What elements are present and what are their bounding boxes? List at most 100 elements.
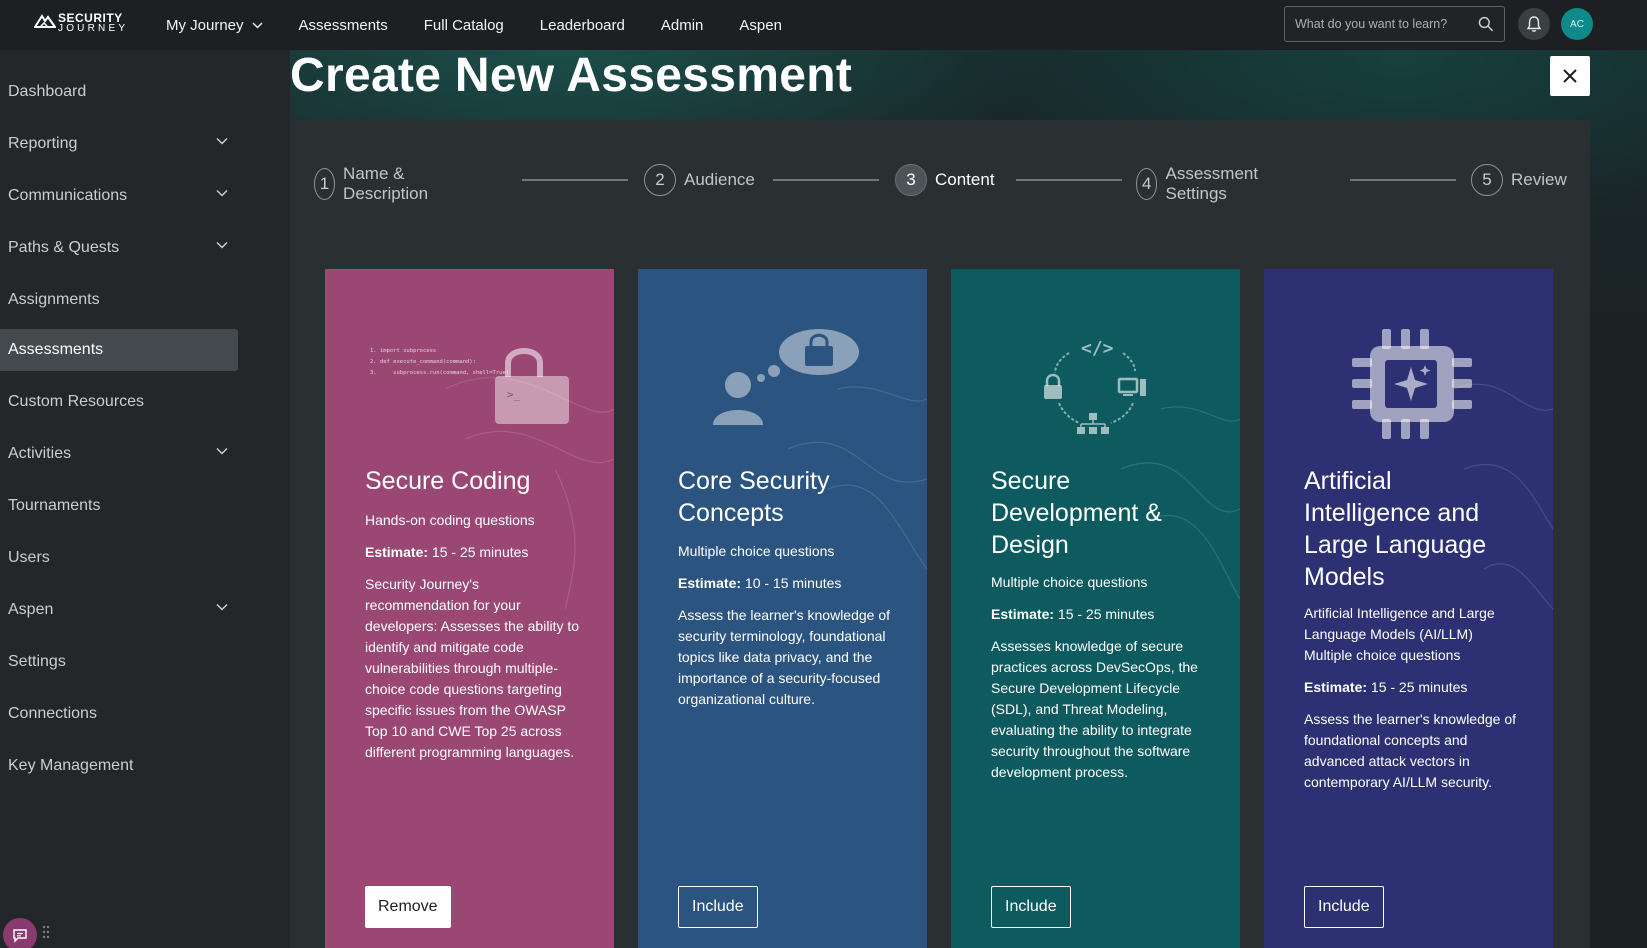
search-icon[interactable]	[1478, 16, 1494, 32]
step-audience[interactable]: 2 Audience	[644, 164, 755, 196]
nav-my-journey[interactable]: My Journey	[166, 17, 263, 34]
card-description: Security Journey's recommendation for yo…	[365, 576, 580, 760]
card-description: Assess the learner's knowledge of founda…	[1304, 711, 1517, 790]
close-icon	[1563, 69, 1577, 83]
step-connector	[522, 179, 628, 181]
search-box	[1284, 6, 1505, 42]
nav-assessments[interactable]: Assessments	[299, 17, 388, 34]
step-number: 2	[644, 164, 676, 196]
card-body: Multiple choice questions Estimate: 15 -…	[991, 572, 1206, 794]
chevron-down-icon	[216, 137, 228, 145]
card-estimate: Estimate: 15 - 25 minutes	[1304, 677, 1519, 698]
card-description: Assess the learner's knowledge of securi…	[678, 607, 891, 707]
sidebar-item-label: Connections	[8, 705, 97, 722]
sidebar-item-users[interactable]: Users	[0, 537, 238, 579]
sidebar-item-aspen[interactable]: Aspen	[0, 589, 238, 631]
estimate-label: Estimate:	[678, 575, 742, 591]
nav-my-journey-label: My Journey	[166, 16, 244, 34]
sidebar-item-label: Settings	[8, 653, 66, 670]
nav-admin[interactable]: Admin	[661, 17, 704, 34]
estimate-label: Estimate:	[1304, 679, 1368, 695]
step-label: Content	[935, 170, 995, 189]
content-card-secure-coding: 1. import subprocess 2. def execute_comma…	[325, 269, 614, 948]
card-title: Secure Development & Design	[991, 467, 1162, 559]
sidebar-item-dashboard[interactable]: Dashboard	[0, 71, 238, 113]
logo-icon	[34, 14, 56, 28]
step-name-description[interactable]: 1 Name & Description	[314, 164, 439, 204]
sidebar-item-label: Activities	[8, 445, 72, 462]
svg-text:>_: >_	[507, 388, 521, 401]
sidebar-item-label: Tournaments	[8, 497, 101, 514]
sidebar-item-label: Key Management	[8, 757, 134, 774]
page-title: Create New Assessment	[290, 49, 853, 102]
sidebar-item-paths-quests[interactable]: Paths & Quests	[0, 227, 238, 269]
step-content[interactable]: 3 Content	[895, 164, 995, 196]
step-number: 3	[895, 164, 927, 196]
search-input[interactable]	[1295, 17, 1471, 31]
card-question-type: Artificial Intelligence and Large Langua…	[1304, 605, 1495, 663]
step-connector	[1350, 179, 1456, 181]
content-card-ai-llm: Artificial Intelligence and Large Langua…	[1264, 269, 1553, 948]
nav-leaderboard[interactable]: Leaderboard	[540, 17, 625, 34]
sidebar-item-label: Custom Resources	[8, 393, 145, 410]
drag-handle-icon[interactable]	[42, 925, 50, 939]
nav-aspen[interactable]: Aspen	[739, 17, 782, 34]
sidebar-item-label: Reporting	[8, 135, 78, 152]
nav-full-catalog[interactable]: Full Catalog	[424, 17, 504, 34]
sidebar-item-communications[interactable]: Communications	[0, 175, 238, 217]
sidebar-item-connections[interactable]: Connections	[0, 693, 238, 735]
step-label: Name & Description	[343, 164, 429, 203]
card-description: Assesses knowledge of secure practices a…	[991, 638, 1198, 780]
chevron-down-icon	[216, 189, 228, 197]
card-body: Hands-on coding questions Estimate: 15 -…	[365, 510, 580, 774]
sidebar-item-tournaments[interactable]: Tournaments	[0, 485, 238, 527]
sidebar-item-label: Users	[8, 549, 50, 566]
sidebar-item-settings[interactable]: Settings	[0, 641, 238, 683]
step-number: 1	[314, 168, 336, 200]
chat-button[interactable]	[3, 918, 37, 948]
sdlc-cycle-icon: </>	[1044, 338, 1146, 434]
bell-icon	[1526, 16, 1542, 32]
sidebar-item-assignments[interactable]: Assignments	[0, 279, 238, 321]
step-connector	[1016, 179, 1122, 181]
svg-text:</>: </>	[1081, 338, 1114, 359]
estimate-label: Estimate:	[365, 544, 429, 560]
user-avatar[interactable]: AC	[1561, 8, 1593, 40]
card-body: Artificial Intelligence and Large Langua…	[1304, 603, 1519, 804]
ai-chip-icon	[1352, 329, 1472, 439]
card-estimate: Estimate: 10 - 15 minutes	[678, 573, 893, 594]
person-thought-lock-icon	[713, 329, 859, 425]
sidebar-item-label: Paths & Quests	[8, 239, 120, 256]
close-button[interactable]	[1550, 56, 1590, 96]
include-button[interactable]: Include	[991, 886, 1071, 928]
content-card-core-security-concepts: Core Security Concepts Multiple choice q…	[638, 269, 927, 948]
main-nav: My Journey Assessments Full Catalog Lead…	[166, 0, 818, 50]
chevron-down-icon	[252, 21, 263, 29]
card-title: Secure Coding	[365, 467, 531, 495]
chat-bubble-icon	[13, 928, 27, 943]
chevron-down-icon	[216, 447, 228, 455]
card-question-type: Multiple choice questions	[991, 574, 1148, 590]
sidebar-item-key-management[interactable]: Key Management	[0, 745, 238, 787]
card-estimate: Estimate: 15 - 25 minutes	[365, 542, 580, 563]
sidebar-item-assessments[interactable]: Assessments	[0, 329, 238, 371]
sidebar-item-label: Assignments	[8, 291, 100, 308]
sidebar-item-label: Assessments	[8, 341, 104, 358]
step-connector	[773, 179, 879, 181]
sidebar-item-activities[interactable]: Activities	[0, 433, 238, 475]
security-journey-logo[interactable]: SECURITY JOURNEY	[34, 11, 138, 37]
step-assessment-settings[interactable]: 4 Assessment Settings	[1136, 164, 1269, 204]
notifications-button[interactable]	[1518, 8, 1550, 40]
padlock-terminal-icon: 1. import subprocess 2. def execute_comma…	[325, 329, 614, 439]
sidebar-item-reporting[interactable]: Reporting	[0, 123, 238, 165]
sidebar-item-custom-resources[interactable]: Custom Resources	[0, 381, 238, 423]
step-label: Audience	[684, 170, 755, 189]
estimate-value: 15 - 25 minutes	[1054, 606, 1155, 622]
remove-button[interactable]: Remove	[365, 886, 451, 928]
card-question-type: Multiple choice questions	[678, 543, 835, 559]
card-estimate: Estimate: 15 - 25 minutes	[991, 604, 1206, 625]
include-button[interactable]: Include	[1304, 886, 1384, 928]
include-button[interactable]: Include	[678, 886, 758, 928]
step-review[interactable]: 5 Review	[1471, 164, 1567, 196]
sidebar: Dashboard Reporting Communications Paths…	[0, 50, 290, 948]
